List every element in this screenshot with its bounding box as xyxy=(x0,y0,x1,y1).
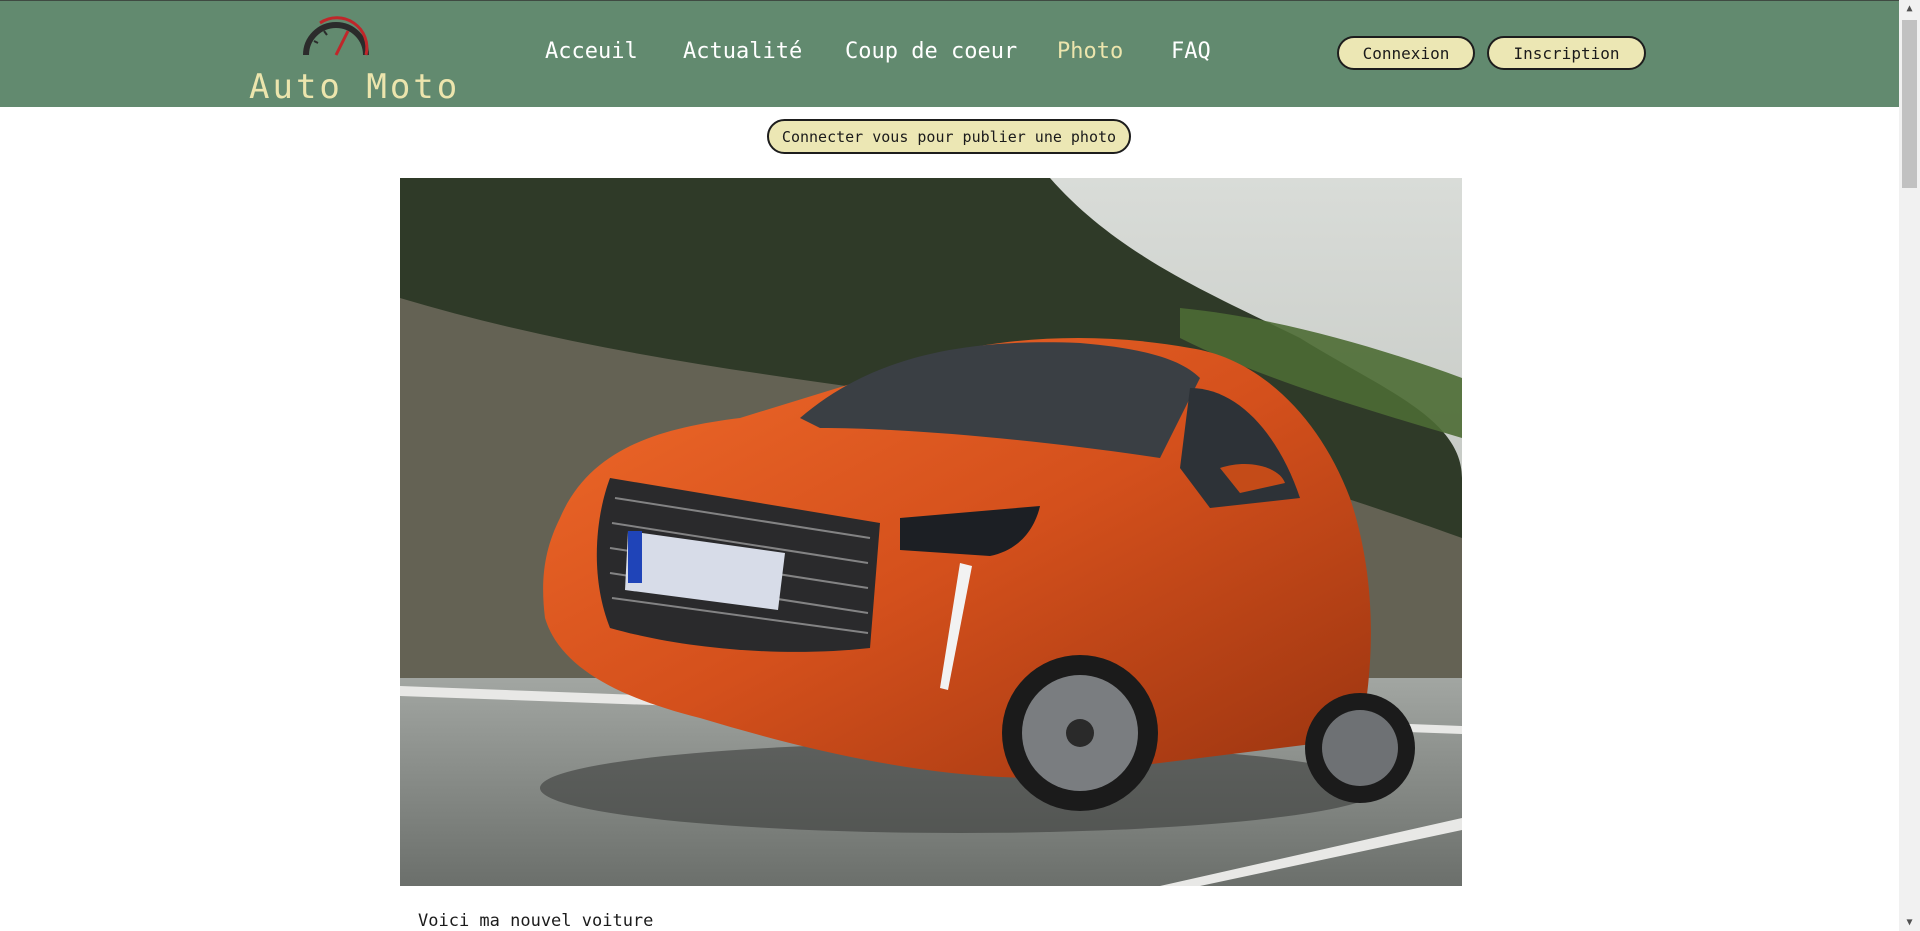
scroll-up-icon[interactable]: ▲ xyxy=(1899,0,1920,17)
logo-text: Auto Moto xyxy=(249,67,461,107)
nav-link-coup-de-coeur[interactable]: Coup de coeur xyxy=(845,39,1017,64)
post-caption: Voici ma nouvel voiture xyxy=(418,911,654,931)
post-photo xyxy=(400,178,1462,886)
login-button[interactable]: Connexion xyxy=(1337,36,1475,70)
nav-link-photo[interactable]: Photo xyxy=(1057,39,1123,64)
scroll-thumb[interactable] xyxy=(1902,20,1917,188)
nav-link-faq[interactable]: FAQ xyxy=(1171,39,1211,64)
nav-link-actualite[interactable]: Actualité xyxy=(683,39,802,64)
nav-link-acceuil[interactable]: Acceuil xyxy=(545,39,638,64)
orange-car-photo-icon xyxy=(400,178,1462,886)
site-header: Auto Moto Acceuil Actualité Coup de coeu… xyxy=(0,1,1899,107)
vertical-scrollbar[interactable]: ▲ ▼ xyxy=(1899,0,1920,931)
scroll-down-icon[interactable]: ▼ xyxy=(1899,914,1920,931)
speedometer-icon xyxy=(303,16,369,56)
publish-photo-button[interactable]: Connecter vous pour publier une photo xyxy=(767,119,1131,154)
site-logo[interactable]: Auto Moto xyxy=(245,9,457,107)
signup-button[interactable]: Inscription xyxy=(1487,36,1646,70)
